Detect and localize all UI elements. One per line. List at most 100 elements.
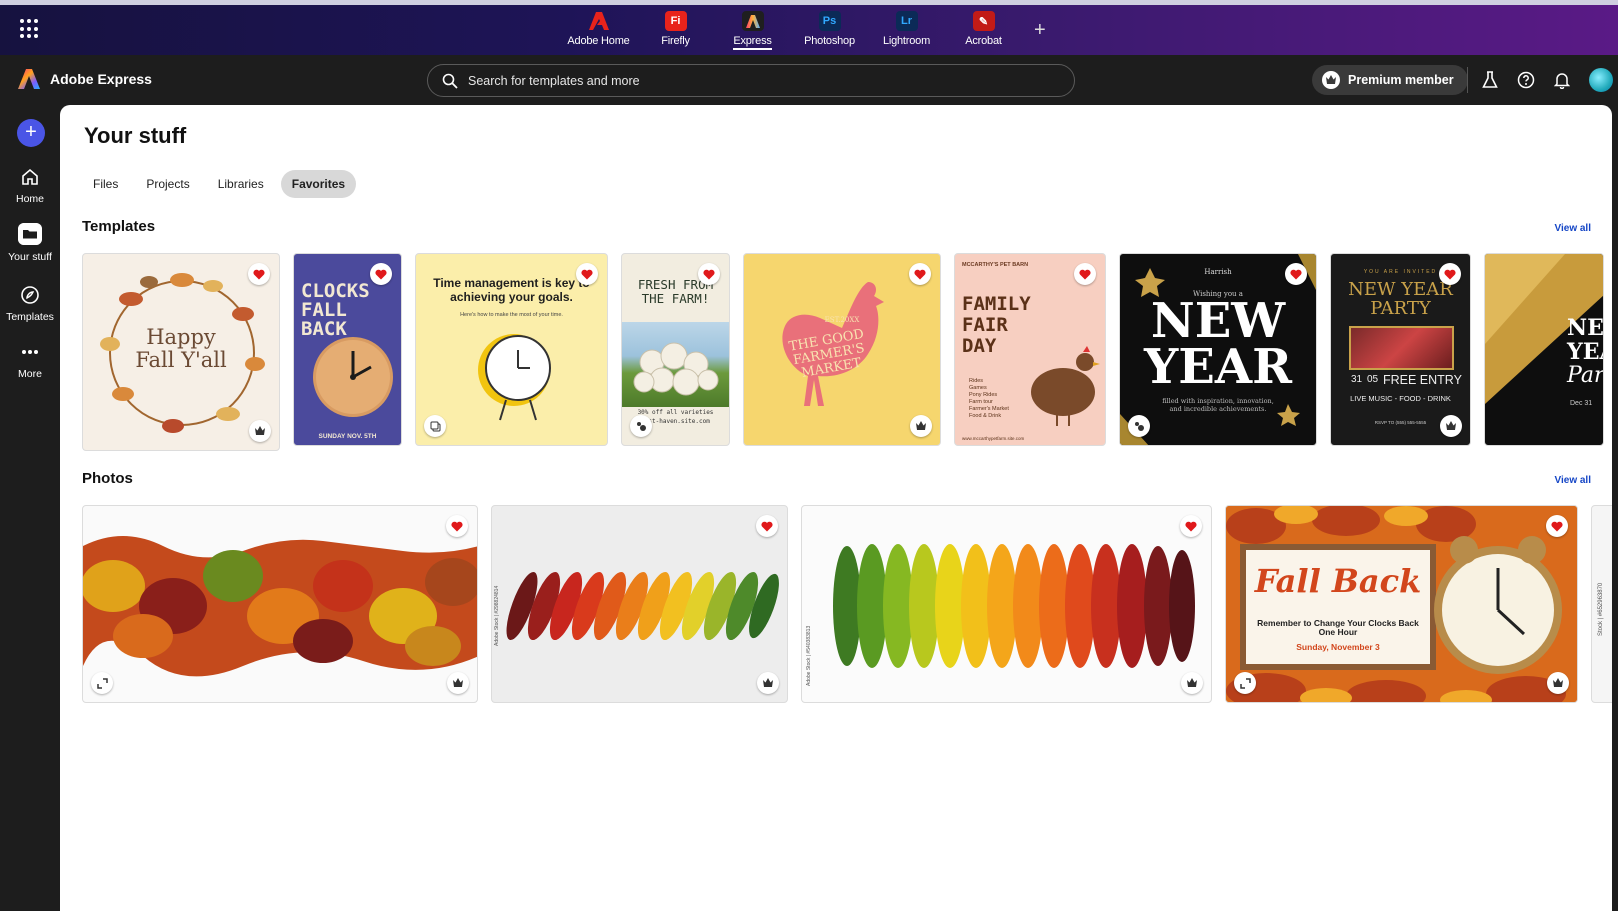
- card-text-date: SUNDAY NOV. 5TH: [318, 433, 377, 440]
- app-label: Express: [733, 35, 772, 50]
- app-express[interactable]: Express: [714, 11, 791, 50]
- app-adobe-home[interactable]: Adobe Home: [560, 11, 637, 50]
- rail-label: Templates: [6, 311, 54, 323]
- template-card-happy-fall[interactable]: Happy Fall Y'all: [82, 253, 280, 451]
- stock-id-text: Stock | #652963870: [1598, 582, 1604, 636]
- tab-projects[interactable]: Projects: [135, 170, 200, 198]
- search-input[interactable]: [468, 73, 1028, 88]
- add-app-icon[interactable]: +: [1034, 19, 1046, 42]
- tab-bar: Files Projects Libraries Favorites: [82, 170, 357, 198]
- animation-icon: [1128, 415, 1150, 437]
- notifications-bell-icon[interactable]: [1551, 69, 1573, 91]
- template-card-fresh-from-farm[interactable]: FRESH FROM THE FARM! 30% off all varieti…: [621, 253, 730, 446]
- template-card-family-fair-day[interactable]: MCCARTHY'S PET BARN FAMILY FAIR DAY Ride…: [954, 253, 1106, 446]
- rail-label: Home: [15, 193, 44, 205]
- card-text-line: 31: [1351, 374, 1363, 385]
- template-card-new-year[interactable]: Harrish Wishing you a NEW YEAR filled wi…: [1119, 253, 1317, 446]
- card-text-line: FAMILY: [962, 293, 1031, 315]
- app-lightroom[interactable]: Lr Lightroom: [868, 11, 945, 50]
- favorite-heart-icon[interactable]: [1180, 515, 1202, 537]
- favorite-heart-icon[interactable]: [370, 263, 392, 285]
- photo-card-leaf-gradient-row[interactable]: Adobe Stock | #298824814: [491, 505, 788, 703]
- favorite-heart-icon[interactable]: [1546, 515, 1568, 537]
- card-list-item: Rides: [969, 378, 984, 384]
- apps-grid-icon[interactable]: [20, 19, 40, 39]
- brand[interactable]: Adobe Express: [18, 68, 152, 90]
- card-text-line: EST.20XX: [824, 316, 860, 324]
- search-bar[interactable]: [427, 64, 1075, 97]
- card-text: Happy Fall Y'all: [83, 326, 279, 372]
- app-firefly[interactable]: Fi Firefly: [637, 11, 714, 50]
- premium-crown-icon: [1440, 415, 1462, 437]
- premium-crown-icon: [249, 420, 271, 442]
- app-switcher-bar: Adobe Home Fi Firefly Express Ps Photosh…: [0, 0, 1618, 55]
- favorite-heart-icon[interactable]: [909, 263, 931, 285]
- card-text-line: Fall Y'all: [135, 348, 227, 372]
- app-label: Lightroom: [882, 35, 931, 47]
- favorite-heart-icon[interactable]: [1285, 263, 1307, 285]
- photo-card-autumn-leaves-border[interactable]: [82, 505, 478, 703]
- app-photoshop[interactable]: Ps Photoshop: [791, 11, 868, 50]
- rail-item-your-stuff[interactable]: Your stuff: [0, 223, 60, 263]
- favorite-heart-icon[interactable]: [698, 263, 720, 285]
- templates-view-all-link[interactable]: View all: [1554, 223, 1591, 234]
- rail-item-more[interactable]: More: [0, 342, 60, 380]
- tab-files[interactable]: Files: [82, 170, 129, 198]
- left-rail: + Home Your stuff Templates More: [0, 105, 60, 911]
- template-card-clocks-fall-back[interactable]: CLOCKS FALL BACK SUNDAY NOV. 5TH: [293, 253, 402, 446]
- animation-icon: [630, 415, 652, 437]
- card-text-line: Happy: [146, 325, 216, 349]
- favorite-heart-icon[interactable]: [756, 515, 778, 537]
- search-icon: [442, 73, 458, 89]
- folder-icon: [18, 223, 42, 245]
- rail-item-home[interactable]: Home: [0, 167, 60, 205]
- card-text-line: filled with inspiration, innovation, and…: [1162, 397, 1274, 413]
- photo-card-fall-back-clock[interactable]: Fall Back Remember to Change Your Clocks…: [1225, 505, 1578, 703]
- help-icon[interactable]: [1515, 69, 1537, 91]
- photo-card-cropped[interactable]: Stock | #652963870: [1591, 505, 1612, 703]
- header-divider: [1467, 67, 1468, 93]
- rail-item-templates[interactable]: Templates: [0, 285, 60, 323]
- stock-id-text: Adobe Stock | #298824814: [494, 585, 500, 646]
- photos-section-title: Photos: [82, 470, 133, 487]
- template-card-farmers-market[interactable]: EST.20XX THE GOOD FARMER'S MARKET: [743, 253, 941, 446]
- card-text-heading: NEW YEAR PARTY: [1348, 279, 1453, 319]
- app-list: Adobe Home Fi Firefly Express Ps Photosh…: [560, 11, 1022, 50]
- premium-crown-icon: [1322, 71, 1340, 89]
- app-acrobat[interactable]: ✎ Acrobat: [945, 11, 1022, 50]
- copy-icon: [424, 415, 446, 437]
- template-card-time-management[interactable]: Time management is key to achieving your…: [415, 253, 608, 446]
- express-icon: [741, 11, 764, 31]
- card-text-line: FAIR: [962, 314, 1008, 336]
- template-card-new-year-party[interactable]: YOU ARE INVITED NEW YEAR PARTY 31 05 FRE…: [1330, 253, 1471, 446]
- favorite-heart-icon[interactable]: [1074, 263, 1096, 285]
- card-text-line: YEAR: [1144, 339, 1292, 395]
- card-list-item: Farmer's Market: [969, 406, 1009, 412]
- create-new-button[interactable]: +: [17, 119, 45, 147]
- app-label: Adobe Home: [567, 35, 630, 47]
- favorite-heart-icon[interactable]: [446, 515, 468, 537]
- header: Adobe Express Premium member: [0, 55, 1618, 105]
- favorite-heart-icon[interactable]: [576, 263, 598, 285]
- leaf-row-image: [506, 571, 779, 641]
- mushroom-photo-image: [622, 322, 729, 407]
- card-list-item: Pony Rides: [969, 392, 998, 398]
- avatar[interactable]: [1589, 68, 1613, 92]
- photos-view-all-link[interactable]: View all: [1554, 475, 1591, 486]
- template-card-new-year-eve[interactable]: NE YEAR Party EV Dec 31: [1484, 253, 1604, 446]
- card-text-line: NEW: [1150, 293, 1286, 349]
- card-text-line: www.mccarthypetfarm.site.com: [962, 436, 1025, 441]
- photo-card-leaf-spectrum[interactable]: Adobe Stock | #540383813: [801, 505, 1212, 703]
- premium-member-button[interactable]: Premium member: [1312, 65, 1468, 95]
- tab-favorites[interactable]: Favorites: [280, 170, 357, 198]
- favorite-heart-icon[interactable]: [1439, 263, 1461, 285]
- labs-flask-icon[interactable]: [1479, 69, 1501, 91]
- app-label: Photoshop: [804, 35, 855, 47]
- brand-name: Adobe Express: [50, 71, 152, 87]
- tab-libraries[interactable]: Libraries: [207, 170, 275, 198]
- card-text-line: LIVE MUSIC - FOOD - DRINK: [1350, 394, 1451, 403]
- card-list: Rides Games Pony Rides Farm tour Farmer'…: [969, 378, 1009, 420]
- templates-row: Happy Fall Y'all CLOCKS FALL BACK SUNDAY…: [82, 253, 1604, 451]
- acrobat-icon: ✎: [972, 11, 995, 31]
- favorite-heart-icon[interactable]: [248, 263, 270, 285]
